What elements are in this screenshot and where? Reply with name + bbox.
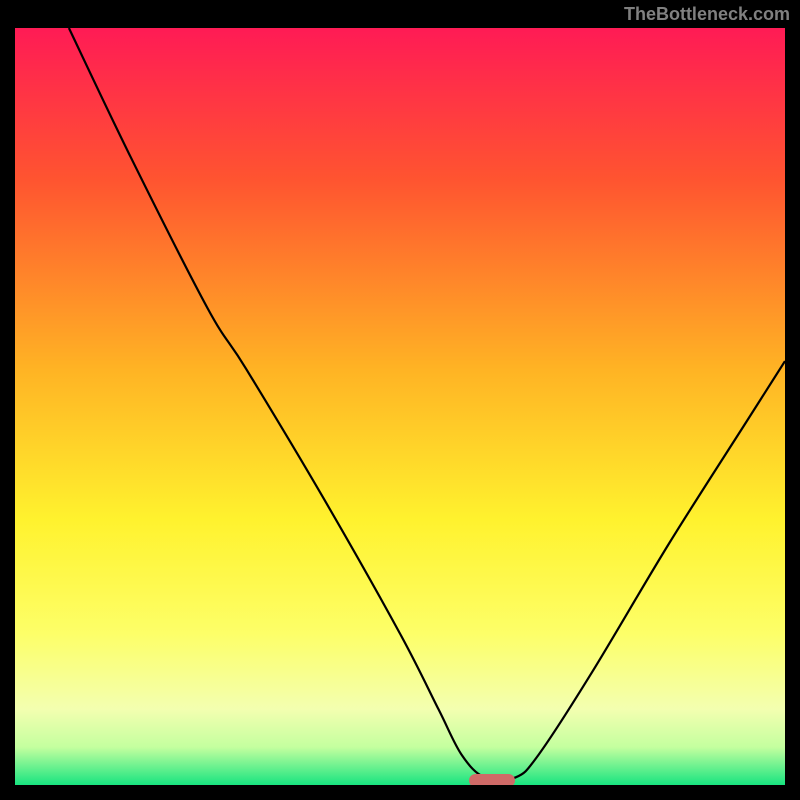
curve-line	[15, 28, 785, 785]
minimum-marker	[469, 774, 515, 785]
watermark-text: TheBottleneck.com	[624, 4, 790, 25]
plot-area	[15, 28, 785, 785]
